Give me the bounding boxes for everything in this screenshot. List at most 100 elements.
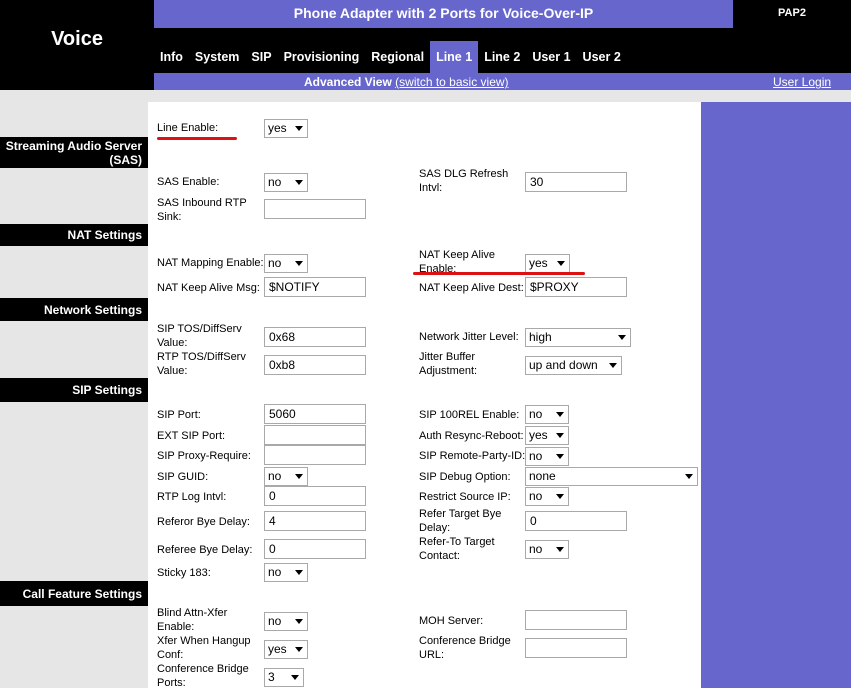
- tab-bar: Info System SIP Provisioning Regional Li…: [154, 41, 627, 73]
- sip-100rel-value: no: [529, 407, 543, 421]
- line-enable-select[interactable]: yes: [264, 119, 308, 138]
- page-title: Phone Adapter with 2 Ports for Voice-Ove…: [154, 0, 733, 28]
- sas-dlg-refresh-label: SAS DLG Refresh Intvl:: [419, 168, 509, 194]
- moh-server-input[interactable]: [525, 610, 627, 630]
- sip-tos-input[interactable]: 0x68: [264, 327, 366, 347]
- conf-bridge-ports-label: Conference Bridge Ports:: [157, 663, 249, 688]
- xfer-hangup-select[interactable]: yes: [264, 640, 308, 659]
- auth-resync-select[interactable]: yes: [525, 426, 569, 445]
- right-margin: [701, 102, 851, 688]
- sip-remote-party-id-label: SIP Remote-Party-ID:: [419, 450, 526, 462]
- sip-guid-select[interactable]: no: [264, 467, 308, 486]
- tab-line-2[interactable]: Line 2: [478, 41, 526, 73]
- sticky-183-value: no: [268, 565, 282, 579]
- section-sip: SIP Settings: [0, 378, 148, 402]
- restrict-source-ip-select[interactable]: no: [525, 487, 569, 506]
- rtp-tos-input[interactable]: 0xb8: [264, 355, 366, 375]
- tab-system[interactable]: System: [189, 41, 245, 73]
- nat-mapping-value: no: [268, 256, 282, 270]
- conf-bridge-ports-value: 3: [268, 670, 275, 684]
- chevron-down-icon: [618, 335, 626, 340]
- sticky-183-label: Sticky 183:: [157, 567, 211, 579]
- chevron-down-icon: [556, 494, 564, 499]
- view-mode-label: Advanced View: [304, 75, 392, 89]
- tab-line-1[interactable]: Line 1: [430, 41, 479, 73]
- nat-mapping-label: NAT Mapping Enable:: [157, 257, 264, 269]
- sip-100rel-select[interactable]: no: [525, 405, 569, 424]
- referor-bye-input[interactable]: 4: [264, 511, 366, 531]
- refer-to-target-label: Refer-To Target Contact:: [419, 536, 495, 562]
- chevron-down-icon: [556, 433, 564, 438]
- jitter-buffer-label: Jitter Buffer Adjustment:: [419, 351, 478, 377]
- rtp-log-input[interactable]: 0: [264, 486, 366, 506]
- nat-keep-alive-msg-label: NAT Keep Alive Msg:: [157, 282, 260, 294]
- chevron-down-icon: [295, 647, 303, 652]
- chevron-down-icon: [556, 547, 564, 552]
- refer-target-bye-input[interactable]: 0: [525, 511, 627, 531]
- tab-regional[interactable]: Regional: [365, 41, 430, 73]
- refer-to-target-select[interactable]: no: [525, 540, 569, 559]
- nat-keep-alive-enable-value: yes: [529, 256, 548, 270]
- conf-bridge-ports-select[interactable]: 3: [264, 668, 304, 687]
- highlight-underline: [157, 137, 237, 140]
- section-sas: Streaming Audio Server (SAS): [0, 137, 148, 168]
- user-login-link[interactable]: User Login: [773, 75, 831, 89]
- sas-enable-select[interactable]: no: [264, 173, 308, 192]
- blind-attn-xfer-label: Blind Attn-Xfer Enable:: [157, 607, 228, 633]
- sip-proxy-require-label: SIP Proxy-Require:: [157, 450, 251, 462]
- sip-debug-select[interactable]: none: [525, 467, 698, 486]
- conf-bridge-url-label: Conference Bridge URL:: [419, 635, 511, 661]
- conf-bridge-url-input[interactable]: [525, 638, 627, 658]
- chevron-down-icon: [609, 363, 617, 368]
- ext-sip-port-label: EXT SIP Port:: [157, 430, 226, 442]
- rtp-tos-label: RTP TOS/DiffServ Value:: [157, 351, 246, 377]
- nat-keep-alive-dest-label: NAT Keep Alive Dest:: [419, 282, 524, 294]
- chevron-down-icon: [295, 619, 303, 624]
- referor-bye-label: Referor Bye Delay:: [157, 516, 250, 528]
- nat-mapping-select[interactable]: no: [264, 254, 308, 273]
- tab-provisioning[interactable]: Provisioning: [278, 41, 366, 73]
- xfer-hangup-label: Xfer When Hangup Conf:: [157, 635, 251, 661]
- chevron-down-icon: [295, 180, 303, 185]
- sas-inbound-rtp-input[interactable]: [264, 199, 366, 219]
- refer-to-target-value: no: [529, 542, 543, 556]
- tab-info[interactable]: Info: [154, 41, 189, 73]
- chevron-down-icon: [295, 570, 303, 575]
- nat-keep-alive-enable-select[interactable]: yes: [525, 254, 570, 273]
- network-jitter-select[interactable]: high: [525, 328, 631, 347]
- refer-target-bye-label: Refer Target Bye Delay:: [419, 508, 502, 534]
- tab-user-1[interactable]: User 1: [526, 41, 576, 73]
- tab-user-2[interactable]: User 2: [577, 41, 627, 73]
- section-call-feature: Call Feature Settings: [0, 581, 148, 606]
- model-label: PAP2: [778, 7, 806, 19]
- sip-debug-value: none: [529, 469, 556, 483]
- top-spacer: [148, 90, 851, 102]
- sip-guid-value: no: [268, 469, 282, 483]
- highlight-underline: [413, 272, 585, 275]
- sas-enable-value: no: [268, 175, 282, 189]
- sas-dlg-refresh-input[interactable]: 30: [525, 172, 627, 192]
- tab-sip[interactable]: SIP: [245, 41, 277, 73]
- sip-port-input[interactable]: 5060: [264, 404, 366, 424]
- nat-keep-alive-dest-input[interactable]: $PROXY: [525, 277, 627, 297]
- sip-debug-label: SIP Debug Option:: [419, 471, 511, 483]
- sticky-183-select[interactable]: no: [264, 563, 308, 582]
- network-jitter-label: Network Jitter Level:: [419, 331, 519, 343]
- sip-guid-label: SIP GUID:: [157, 471, 209, 483]
- referee-bye-input[interactable]: 0: [264, 539, 366, 559]
- sip-remote-party-id-select[interactable]: no: [525, 447, 569, 466]
- blind-attn-xfer-select[interactable]: no: [264, 612, 308, 631]
- referee-bye-label: Referee Bye Delay:: [157, 544, 253, 556]
- sip-remote-party-id-value: no: [529, 449, 543, 463]
- ext-sip-port-input[interactable]: [264, 425, 366, 445]
- jitter-buffer-select[interactable]: up and down: [525, 356, 622, 375]
- section-network: Network Settings: [0, 298, 148, 321]
- sip-proxy-require-input[interactable]: [264, 445, 366, 465]
- sip-port-label: SIP Port:: [157, 409, 201, 421]
- xfer-hangup-value: yes: [268, 642, 287, 656]
- chevron-down-icon: [295, 261, 303, 266]
- nat-keep-alive-msg-input[interactable]: $NOTIFY: [264, 277, 366, 297]
- chevron-down-icon: [556, 454, 564, 459]
- switch-view-link[interactable]: (switch to basic view): [395, 75, 508, 89]
- chevron-down-icon: [295, 474, 303, 479]
